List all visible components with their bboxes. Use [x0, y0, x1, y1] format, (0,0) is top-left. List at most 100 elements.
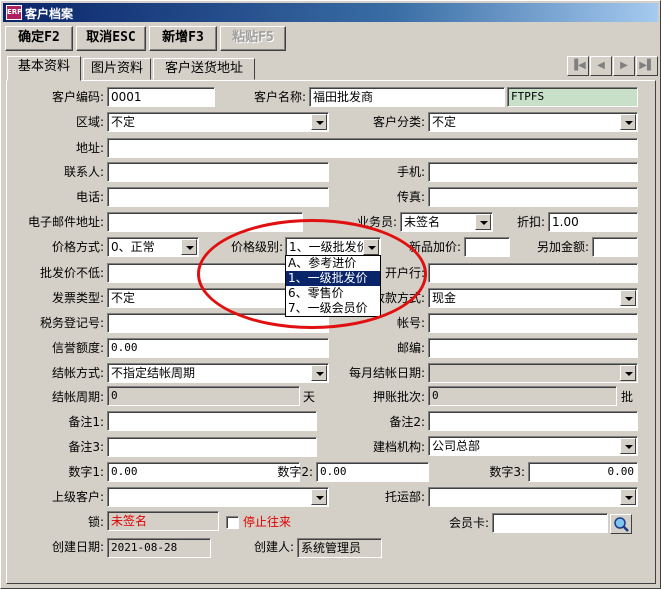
price-mode-value: 0、正常 — [111, 240, 155, 254]
tax-no-label: 税务登记号: — [39, 316, 104, 330]
code-input[interactable]: 0001 — [107, 87, 215, 107]
extra-amount-input[interactable] — [592, 237, 638, 257]
account-no-input[interactable] — [428, 313, 638, 333]
lock-label: 锁: — [87, 515, 104, 529]
name-code-input[interactable]: FTPFS — [507, 87, 638, 107]
cancel-button[interactable]: 取消ESC — [76, 26, 146, 51]
prev-record-icon[interactable]: ◀ — [590, 56, 612, 76]
chevron-down-icon[interactable] — [620, 114, 636, 130]
chevron-down-icon[interactable] — [311, 489, 327, 505]
created-date-input[interactable]: 2021-08-28 — [107, 538, 211, 558]
salesman-select[interactable]: 未签名 — [400, 212, 493, 232]
creator-label: 创建人: — [253, 540, 294, 554]
last-record-icon[interactable]: ▶▌ — [636, 56, 658, 76]
window-title: 客户档案 — [25, 7, 74, 21]
price-level-label: 价格级别: — [230, 240, 283, 254]
paste-button[interactable]: 粘贴F5 — [220, 26, 286, 51]
price-level-option[interactable]: 6、零售价 — [286, 286, 380, 301]
settle-period-label: 结帐周期: — [51, 390, 104, 404]
pay-method-select[interactable]: 现金 — [428, 288, 638, 308]
chevron-down-icon[interactable] — [620, 365, 636, 381]
postcode-input[interactable] — [428, 338, 638, 358]
overdue-batches-label: 押账批次: — [372, 390, 425, 404]
bank-input[interactable] — [428, 263, 638, 283]
next-record-icon[interactable]: ▶ — [613, 56, 635, 76]
mobile-label: 手机: — [396, 165, 425, 179]
parent-customer-select[interactable] — [107, 487, 329, 507]
price-level-option[interactable]: 7、一级会员价 — [286, 301, 380, 316]
customer-profile-window: ERP 客户档案 确定F2 取消ESC 新增F3 粘贴F5 基本资料 图片资料 … — [0, 0, 661, 589]
invoice-type-value: 不定 — [111, 291, 136, 305]
chevron-down-icon[interactable] — [620, 290, 636, 306]
shipping-dept-label: 托运部: — [384, 490, 425, 504]
monthly-settle-date-label: 每月结帐日期: — [348, 366, 425, 380]
num3-input[interactable]: 0.00 — [528, 462, 638, 482]
price-level-value: 1、一级批发价 — [289, 240, 369, 254]
num3-label: 数字3: — [489, 465, 525, 479]
new-markup-input[interactable] — [464, 237, 510, 257]
settle-mode-label: 结帐方式: — [51, 366, 104, 380]
org-select[interactable]: 公司总部 — [428, 436, 638, 456]
remark3-input[interactable] — [107, 437, 317, 457]
mobile-input[interactable] — [428, 162, 638, 182]
org-label: 建档机构: — [372, 440, 425, 454]
creator-input[interactable]: 系统管理员 — [297, 538, 382, 558]
chevron-down-icon[interactable] — [620, 489, 636, 505]
address-input[interactable] — [107, 138, 638, 158]
region-value: 不定 — [111, 115, 136, 129]
fax-input[interactable] — [428, 187, 638, 207]
price-level-option-selected[interactable]: 1、一级批发价 — [286, 271, 380, 286]
phone-input[interactable] — [107, 187, 329, 207]
settle-mode-select[interactable]: 不指定结帐周期 — [107, 363, 329, 383]
overdue-batches-input[interactable]: 0 — [428, 386, 617, 406]
days-unit-label: 天 — [303, 390, 316, 404]
created-date-label: 创建日期: — [51, 540, 104, 554]
confirm-button[interactable]: 确定F2 — [5, 26, 73, 51]
parent-customer-label: 上级客户: — [51, 490, 104, 504]
credit-input[interactable]: 0.00 — [107, 338, 329, 358]
price-level-dropdown-list: A、参考进价 1、一级批发价 6、零售价 7、一级会员价 — [285, 255, 381, 317]
settle-period-input[interactable]: 0 — [107, 386, 300, 406]
stop-trade-label[interactable]: 停止往来 — [243, 513, 303, 531]
discount-label: 折扣: — [516, 215, 545, 229]
region-label: 区域: — [75, 115, 104, 129]
price-mode-select[interactable]: 0、正常 — [107, 237, 199, 257]
chevron-down-icon[interactable] — [181, 239, 197, 255]
remark1-input[interactable] — [107, 411, 317, 431]
tab-basic-info[interactable]: 基本资料 — [7, 56, 81, 81]
tab-images[interactable]: 图片资料 — [83, 58, 151, 80]
monthly-settle-date-select[interactable] — [428, 363, 638, 383]
shipping-dept-select[interactable] — [428, 487, 638, 507]
chevron-down-icon[interactable] — [620, 438, 636, 454]
category-select[interactable]: 不定 — [428, 112, 638, 132]
chevron-down-icon[interactable] — [311, 114, 327, 130]
tab-delivery-address[interactable]: 客户送货地址 — [153, 58, 255, 80]
num2-input[interactable]: 0.00 — [316, 462, 429, 482]
region-select[interactable]: 不定 — [107, 112, 329, 132]
num1-label: 数字1: — [68, 465, 104, 479]
price-level-option[interactable]: A、参考进价 — [286, 256, 380, 271]
add-button[interactable]: 新增F3 — [149, 26, 217, 51]
lock-input[interactable]: 未签名 — [107, 511, 219, 531]
remark2-input[interactable] — [428, 411, 638, 431]
salesman-value: 未签名 — [404, 215, 441, 229]
price-level-select[interactable]: 1、一级批发价 — [285, 237, 381, 257]
email-input[interactable] — [107, 212, 303, 232]
chevron-down-icon[interactable] — [363, 239, 379, 255]
name-label: 客户名称: — [253, 90, 306, 104]
contact-input[interactable] — [107, 162, 329, 182]
search-icon — [614, 517, 629, 532]
stop-trade-checkbox[interactable] — [226, 516, 239, 529]
postcode-label: 邮编: — [396, 341, 425, 355]
email-label: 电子邮件地址: — [27, 215, 104, 229]
first-record-icon[interactable]: ▐◀ — [567, 56, 589, 76]
extra-amount-label: 另加金额: — [536, 240, 589, 254]
batch-unit-label: 批 — [621, 390, 634, 404]
num2-label: 数字2: — [277, 465, 313, 479]
member-card-input[interactable] — [492, 513, 608, 533]
chevron-down-icon[interactable] — [475, 214, 491, 230]
credit-label: 信誉额度: — [51, 341, 104, 355]
name-input[interactable]: 福田批发商 — [309, 87, 505, 107]
member-card-search-button[interactable] — [610, 514, 632, 534]
discount-input[interactable]: 1.00 — [548, 212, 638, 232]
